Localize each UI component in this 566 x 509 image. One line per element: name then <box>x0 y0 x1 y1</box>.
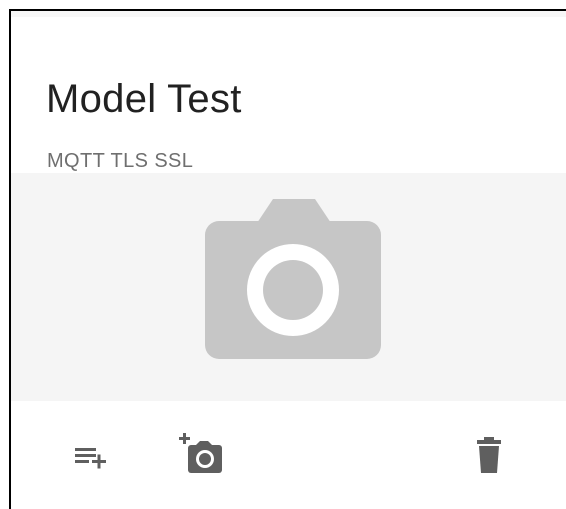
card-subtitle: MQTT TLS SSL <box>47 150 194 172</box>
playlist-add-icon <box>75 448 106 469</box>
card-title: Model Test <box>46 77 242 121</box>
card-top-strip <box>11 11 566 17</box>
add-a-photo-icon <box>179 433 222 473</box>
add-photo-button[interactable] <box>177 431 225 479</box>
card-media <box>11 173 566 401</box>
add-to-list-button[interactable] <box>69 431 117 479</box>
card-actions <box>11 431 566 491</box>
delete-button[interactable] <box>465 431 513 479</box>
delete-icon <box>477 437 501 473</box>
camera-icon <box>205 199 381 359</box>
model-card: Model Test MQTT TLS SSL <box>9 9 566 509</box>
